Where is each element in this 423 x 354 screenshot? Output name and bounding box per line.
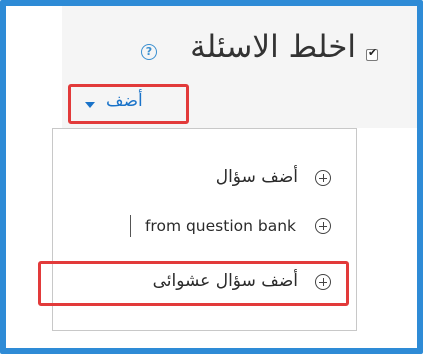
add-dropdown-toggle[interactable]: أضف <box>68 84 189 124</box>
caret-down-icon <box>85 102 95 108</box>
checkmark-icon: ✔ <box>368 46 378 59</box>
menu-item-from-question-bank[interactable]: from question bank <box>53 207 356 247</box>
shuffle-questions-label: اخلط الاسئلة <box>190 29 356 65</box>
menu-item-add-random-question[interactable]: أضف سؤال عشوائى <box>53 263 356 303</box>
add-dropdown-menu: أضف سؤال from question bank أضف سؤال عشو… <box>52 128 357 331</box>
shuffle-questions-checkbox[interactable]: ✔ <box>366 46 378 61</box>
help-icon[interactable]: ? <box>141 44 157 60</box>
add-dropdown-label: أضف <box>106 91 143 111</box>
menu-item-label: أضف سؤال <box>215 167 298 187</box>
plus-circle-icon <box>315 218 331 234</box>
menu-item-label: أضف سؤال عشوائى <box>152 271 298 291</box>
text-cursor <box>130 215 131 237</box>
menu-item-label: from question bank <box>144 217 296 235</box>
plus-circle-icon <box>315 170 331 186</box>
menu-item-add-question[interactable]: أضف سؤال <box>53 159 356 199</box>
plus-circle-icon <box>315 274 331 290</box>
